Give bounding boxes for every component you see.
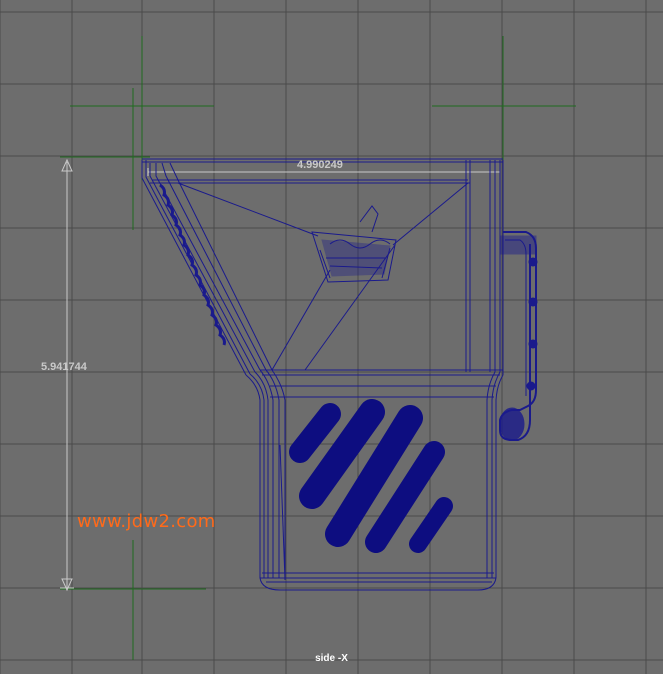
- side-view-viewport[interactable]: 4.990249 5.941744 www.jdw2.com side -X: [0, 0, 663, 674]
- viewport-canvas[interactable]: [0, 0, 663, 674]
- cup-logo-emblem: [311, 205, 397, 283]
- view-name-label: side -X: [315, 653, 348, 664]
- axis-markers: [60, 36, 576, 660]
- cup-stripes: [289, 399, 453, 553]
- cup-handle-mesh[interactable]: [499, 231, 538, 441]
- watermark-text: www.jdw2.com: [77, 511, 216, 532]
- height-dimension-label: 5.941744: [41, 361, 87, 373]
- width-dimension-label: 4.990249: [297, 159, 343, 171]
